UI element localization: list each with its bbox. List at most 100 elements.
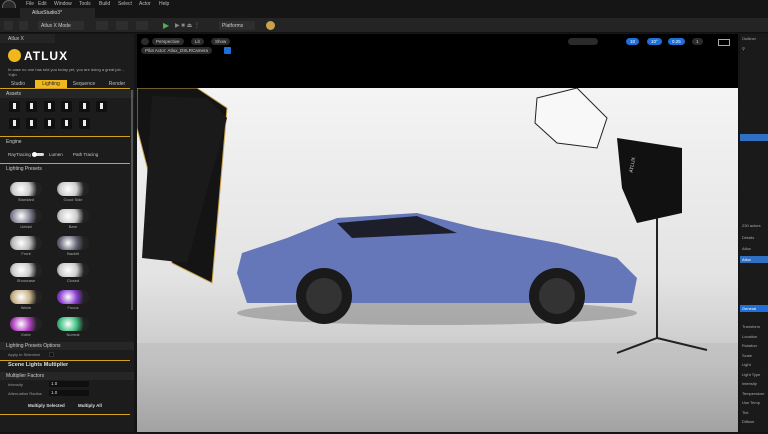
outliner-selected-row[interactable] <box>740 134 768 141</box>
engine-toggle[interactable] <box>32 152 44 157</box>
play-icon[interactable]: ▶ <box>163 21 169 30</box>
tab-sequence[interactable]: Sequence <box>68 80 100 88</box>
content-browser-icon[interactable] <box>19 21 28 30</box>
softbox-icon[interactable] <box>44 101 55 112</box>
preset-label: Kobe <box>21 332 31 337</box>
layout-icon[interactable] <box>718 39 730 46</box>
outliner-filter-icon[interactable]: ⚲ <box>740 45 768 52</box>
tab-render[interactable]: Render <box>101 80 133 88</box>
play-controls-icon[interactable]: ▶ ■ ⏏ ⋮ <box>175 22 200 29</box>
mode-dropdown[interactable]: Atlux X Mode <box>38 21 84 30</box>
save-icon[interactable] <box>4 21 13 30</box>
camera-icon[interactable] <box>224 47 231 54</box>
details-tab[interactable]: Details <box>740 234 768 241</box>
menu-select[interactable]: Select <box>118 1 132 7</box>
panel-tab[interactable]: Atlux X <box>0 34 55 43</box>
frame-light-icon[interactable] <box>61 118 72 129</box>
details-row[interactable]: Light <box>740 361 768 368</box>
details-row[interactable]: Scale <box>740 352 768 359</box>
preset-label: Ueidal <box>20 224 32 229</box>
preset-thumbnail[interactable] <box>10 236 42 250</box>
document-tab[interactable]: AtluxStudio3* <box>20 8 95 18</box>
preset-thumbnail[interactable] <box>57 209 89 223</box>
multiplier-title: Scene Lights Multiplier <box>8 362 69 368</box>
menu-edit[interactable]: Edit <box>38 1 47 7</box>
spot-light-icon[interactable] <box>26 101 37 112</box>
preset-thumbnail[interactable] <box>57 290 89 304</box>
stand-light-icon[interactable] <box>96 101 107 112</box>
scale-snap[interactable]: 0.25 <box>668 38 685 45</box>
preset-thumbnail[interactable] <box>10 290 42 304</box>
settings-icon[interactable] <box>266 21 275 30</box>
menu-tools[interactable]: Tools <box>79 1 91 7</box>
preset-thumbnail[interactable] <box>57 263 89 277</box>
intensity-input[interactable]: 1.0 <box>49 381 89 387</box>
details-row[interactable]: Rotation <box>740 342 768 349</box>
preset-thumbnail[interactable] <box>10 182 42 196</box>
viewport-menu-icon[interactable] <box>141 38 149 45</box>
outliner-tab[interactable]: Outliner <box>740 35 768 42</box>
rect-light-icon[interactable] <box>9 101 20 112</box>
blueprint-icon[interactable] <box>116 21 128 30</box>
multiplier-factors-header[interactable]: Multiplier Factors <box>0 372 134 380</box>
menu-build[interactable]: Build <box>99 1 110 7</box>
details-row[interactable]: Tint <box>740 409 768 416</box>
menu-file[interactable]: File <box>26 1 34 7</box>
menu-window[interactable]: Window <box>54 1 72 7</box>
point-light-icon[interactable] <box>26 118 37 129</box>
panel-scrollbar[interactable] <box>131 90 133 310</box>
menu-help[interactable]: Help <box>159 1 169 7</box>
tube-light-icon[interactable] <box>79 101 90 112</box>
raytracing-label: RayTracing <box>8 152 31 157</box>
details-row[interactable]: Light Type <box>740 371 768 378</box>
preset-options-header[interactable]: Lighting Presets Options <box>0 342 134 350</box>
preset-label: Standard <box>17 197 35 202</box>
assets-header: Assets <box>0 90 134 98</box>
presets-header: Lighting Presets <box>6 166 42 172</box>
preset-thumbnail[interactable] <box>57 236 89 250</box>
show-button[interactable]: Show <box>211 38 231 45</box>
details-row[interactable]: Location <box>740 333 768 340</box>
transform-tools[interactable] <box>568 38 598 45</box>
add-actor-icon[interactable] <box>96 21 108 30</box>
path-tracing-option[interactable]: Path Tracing <box>73 152 98 157</box>
lit-button[interactable]: Lit <box>191 38 204 45</box>
details-row[interactable]: Use Temp <box>740 399 768 406</box>
multiply-all-button[interactable]: Multiply All <box>78 403 102 408</box>
general-tab[interactable]: General <box>740 305 768 312</box>
details-item[interactable]: Atlux <box>740 245 768 252</box>
preset-thumbnail[interactable] <box>10 209 42 223</box>
multiply-selected-button[interactable]: Multiply Selected <box>28 403 65 408</box>
menu-bar <box>0 0 768 14</box>
camera-speed[interactable]: 1 <box>692 38 703 45</box>
scene-svg <box>136 87 738 432</box>
perspective-button[interactable]: Perspective <box>152 38 184 45</box>
pilot-actor-label[interactable]: Pilot Actor: Atlux_DSLRCamera <box>141 47 213 54</box>
preset-thumbnail[interactable] <box>10 317 42 331</box>
divider <box>0 163 130 164</box>
platforms-dropdown[interactable]: Platforms <box>219 21 255 30</box>
scene-render <box>136 87 738 432</box>
preset-thumbnail[interactable] <box>10 263 42 277</box>
tab-studio[interactable]: Studio <box>2 80 34 88</box>
attenuation-input[interactable]: 1.0 <box>49 390 89 396</box>
details-row[interactable]: Intensity <box>740 380 768 387</box>
details-item-selected[interactable]: Atlux <box>740 256 768 263</box>
preset-thumbnail[interactable] <box>57 317 89 331</box>
ring-light-icon[interactable] <box>9 118 20 129</box>
grid-snap[interactable]: 10 <box>626 38 640 45</box>
cinematics-icon[interactable] <box>136 21 148 30</box>
menu-actor[interactable]: Actor <box>139 1 151 7</box>
camera-target-icon[interactable] <box>79 118 90 129</box>
led-panel-icon[interactable] <box>44 118 55 129</box>
details-row[interactable]: Temperature <box>740 390 768 397</box>
details-row[interactable]: Transform <box>740 323 768 330</box>
tab-lighting[interactable]: Lighting <box>35 80 67 88</box>
panel-light-icon[interactable] <box>61 101 72 112</box>
preset-label: Focus <box>67 305 79 310</box>
details-row[interactable]: Diffuse <box>740 418 768 425</box>
divider <box>0 88 130 89</box>
preset-thumbnail[interactable] <box>57 182 89 196</box>
angle-snap[interactable]: 10° <box>647 38 662 45</box>
apply-selection-checkbox[interactable] <box>49 352 54 357</box>
